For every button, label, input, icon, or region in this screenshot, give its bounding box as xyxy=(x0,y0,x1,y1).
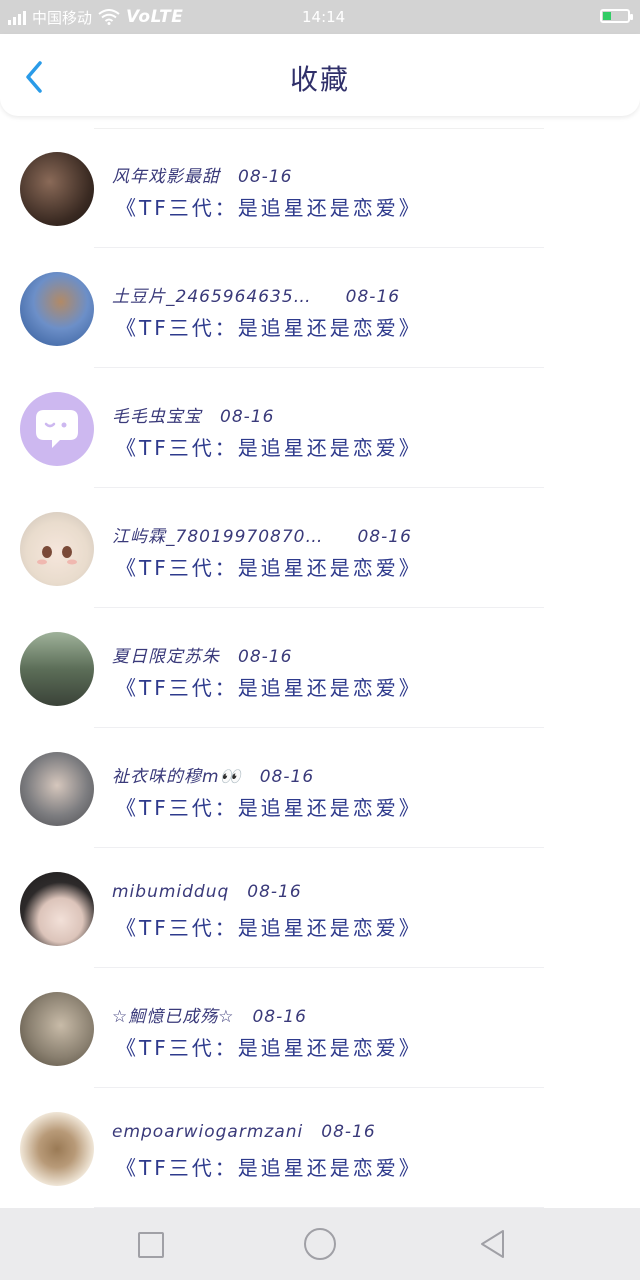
list-item[interactable]: ☆鮰憶已成殇☆ 08-16 《TF三代：是追星还是恋爱》 xyxy=(0,968,640,1088)
avatar[interactable] xyxy=(20,752,94,826)
avatar[interactable] xyxy=(20,632,94,706)
date: 08-16 xyxy=(252,1007,307,1027)
status-bar: 中国移动 VoLTE 14:14 xyxy=(0,0,640,34)
date: 08-16 xyxy=(220,407,275,427)
header-bar: 收藏 xyxy=(0,34,640,116)
story-title[interactable]: 《TF三代：是追星还是恋爱》 xyxy=(116,312,422,341)
date: 08-16 xyxy=(345,287,401,307)
system-nav-bar xyxy=(0,1208,640,1280)
list-item[interactable]: 江屿霖_78019970870… 08-16 《TF三代：是追星还是恋爱》 xyxy=(0,488,640,608)
list-item[interactable]: 土豆片_2465964635… 08-16 《TF三代：是追星还是恋爱》 xyxy=(0,248,640,368)
avatar[interactable] xyxy=(20,512,94,586)
list-item[interactable]: 风年戏影最甜 08-16 《TF三代：是追星还是恋爱》 xyxy=(0,128,640,248)
status-left: 中国移动 VoLTE xyxy=(0,7,183,28)
username[interactable]: 江屿霖_78019970870… xyxy=(112,527,323,547)
wifi-icon xyxy=(98,9,120,25)
story-title[interactable]: 《TF三代：是追星还是恋爱》 xyxy=(116,432,422,461)
avatar[interactable] xyxy=(20,152,94,226)
story-title[interactable]: 《TF三代：是追星还是恋爱》 xyxy=(116,792,422,821)
date: 08-16 xyxy=(321,1122,376,1142)
avatar[interactable] xyxy=(20,392,94,466)
username[interactable]: 风年戏影最甜 xyxy=(112,167,220,187)
date: 08-16 xyxy=(238,167,293,187)
story-title[interactable]: 《TF三代：是追星还是恋爱》 xyxy=(116,912,422,941)
status-time: 14:14 xyxy=(302,8,346,26)
battery-level xyxy=(603,12,611,20)
username[interactable]: 夏日限定苏朱 xyxy=(112,647,220,667)
network-type: VoLTE xyxy=(126,7,184,27)
username[interactable]: 土豆片_2465964635… xyxy=(112,287,312,307)
list-item[interactable]: empoarwiogarmzani 08-16 《TF三代：是追星还是恋爱》 xyxy=(0,1088,640,1208)
avatar[interactable] xyxy=(20,272,94,346)
list-item[interactable]: 祉衣味的穆m👀 08-16 《TF三代：是追星还是恋爱》 xyxy=(0,728,640,848)
date: 08-16 xyxy=(247,882,302,902)
carrier-name: 中国移动 xyxy=(32,8,93,27)
avatar[interactable] xyxy=(20,872,94,946)
avatar[interactable] xyxy=(20,1112,94,1186)
list-item[interactable]: 夏日限定苏朱 08-16 《TF三代：是追星还是恋爱》 xyxy=(0,608,640,728)
username[interactable]: empoarwiogarmzani xyxy=(112,1122,303,1142)
username[interactable]: 毛毛虫宝宝 xyxy=(112,407,202,427)
triangle-back-icon[interactable] xyxy=(478,1228,508,1260)
signal-icon xyxy=(8,9,26,25)
date: 08-16 xyxy=(357,527,412,547)
avatar[interactable] xyxy=(20,992,94,1066)
story-title[interactable]: 《TF三代：是追星还是恋爱》 xyxy=(116,552,422,581)
date: 08-16 xyxy=(238,647,293,667)
story-title[interactable]: 《TF三代：是追星还是恋爱》 xyxy=(116,192,422,221)
page-title: 收藏 xyxy=(289,63,350,96)
favorites-list: 风年戏影最甜 08-16 《TF三代：是追星还是恋爱》 土豆片_246596463… xyxy=(0,128,640,1208)
story-title[interactable]: 《TF三代：是追星还是恋爱》 xyxy=(116,1152,422,1181)
square-icon[interactable] xyxy=(138,1232,164,1258)
story-title[interactable]: 《TF三代：是追星还是恋爱》 xyxy=(116,1032,422,1061)
battery-icon xyxy=(600,9,633,23)
anime-face-icon xyxy=(37,546,77,565)
date: 08-16 xyxy=(259,767,315,787)
circle-icon[interactable] xyxy=(304,1228,336,1260)
username[interactable]: 祉衣味的穆m👀 xyxy=(112,767,242,787)
story-title[interactable]: 《TF三代：是追星还是恋爱》 xyxy=(116,672,422,701)
username[interactable]: mibumidduq xyxy=(112,882,229,902)
username[interactable]: ☆鮰憶已成殇☆ xyxy=(112,1007,234,1027)
list-item[interactable]: mibumidduq 08-16 《TF三代：是追星还是恋爱》 xyxy=(0,848,640,968)
chat-bubble-icon xyxy=(36,410,78,448)
list-item[interactable]: 毛毛虫宝宝 08-16 《TF三代：是追星还是恋爱》 xyxy=(0,368,640,488)
